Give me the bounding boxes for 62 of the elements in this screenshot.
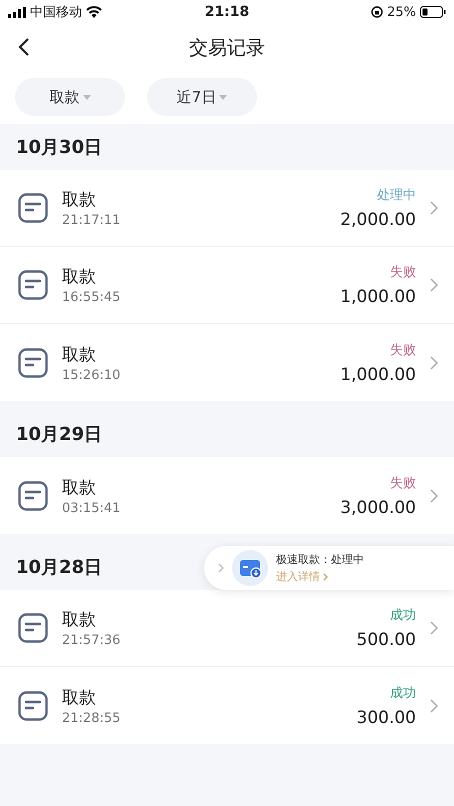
withdrawal-toast[interactable]: 极速取款：处理中 进入详情	[204, 546, 454, 590]
document-icon	[18, 270, 48, 300]
status-label: 失败	[390, 264, 416, 281]
date-heading: 10月30日	[16, 136, 102, 159]
amount: 1,000.00	[340, 364, 416, 384]
caret-icon	[219, 94, 228, 100]
carrier-name: 中国移动	[30, 4, 82, 21]
chevron-icon	[430, 488, 438, 502]
transaction-time: 21:17:11	[62, 213, 122, 228]
battery-percent: 25%	[387, 4, 416, 20]
document-icon	[18, 480, 48, 510]
back-icon	[18, 38, 30, 56]
transaction-row[interactable]: 取款 21:28:55 成功 300.00	[0, 667, 454, 744]
transaction-row[interactable]: 取款 21:17:11 处理中 2,000.00	[0, 170, 454, 247]
card-icon	[232, 550, 268, 586]
page-title: 交易记录	[189, 36, 265, 61]
rotation-lock-icon	[371, 6, 384, 18]
transaction-type: 取款	[62, 476, 97, 498]
chevron-icon	[430, 278, 438, 292]
banner-title: 极速取款：处理中	[276, 552, 364, 567]
status-label: 失败	[390, 474, 416, 492]
transaction-row[interactable]: 取款 16:55:45 失败 1,000.00	[0, 247, 454, 324]
document-icon	[18, 613, 48, 643]
transaction-row[interactable]: 取款 03:15:41 失败 3,000.00	[0, 457, 454, 534]
amount: 300.00	[356, 708, 416, 728]
clock-time: 21:18	[204, 4, 250, 20]
amount: 500.00	[356, 630, 416, 650]
transaction-time: 03:15:41	[62, 500, 122, 516]
status-label: 成功	[390, 684, 416, 702]
wifi-icon	[86, 6, 102, 18]
status-label: 处理中	[377, 187, 416, 204]
date-heading: 10月29日	[16, 423, 102, 446]
transaction-type: 取款	[62, 609, 97, 631]
transaction-type: 取款	[62, 189, 97, 211]
amount: 1,000.00	[340, 287, 416, 307]
date-heading: 10月28日	[16, 556, 102, 579]
transaction-row[interactable]: 取款 15:26:10 失败 1,000.00	[0, 324, 454, 401]
document-icon	[18, 348, 48, 378]
chevron-icon	[430, 621, 438, 635]
battery-icon	[420, 6, 446, 18]
filter-dropdown[interactable]: 近7日	[147, 78, 257, 116]
caret-icon	[82, 94, 90, 100]
amount: 3,000.00	[340, 498, 416, 518]
chevron-icon	[430, 698, 438, 712]
transaction-time: 21:28:55	[62, 710, 122, 726]
document-icon	[18, 193, 48, 223]
transaction-type: 取款	[62, 266, 97, 288]
chevron-icon	[430, 356, 438, 370]
filter-dropdown[interactable]: 取款	[15, 78, 125, 116]
chevron-icon	[323, 572, 328, 580]
transaction-time: 15:26:10	[62, 368, 122, 382]
status-label: 失败	[390, 342, 416, 358]
transaction-time: 21:57:36	[62, 633, 122, 648]
transaction-time: 16:55:45	[62, 290, 122, 305]
chevron-icon	[218, 563, 224, 573]
transaction-type: 取款	[62, 344, 97, 366]
transaction-type: 取款	[62, 686, 97, 708]
status-label: 成功	[390, 607, 416, 624]
chevron-icon	[430, 201, 438, 215]
signal-icon	[8, 6, 26, 18]
amount: 2,000.00	[340, 210, 416, 230]
document-icon	[18, 690, 48, 720]
